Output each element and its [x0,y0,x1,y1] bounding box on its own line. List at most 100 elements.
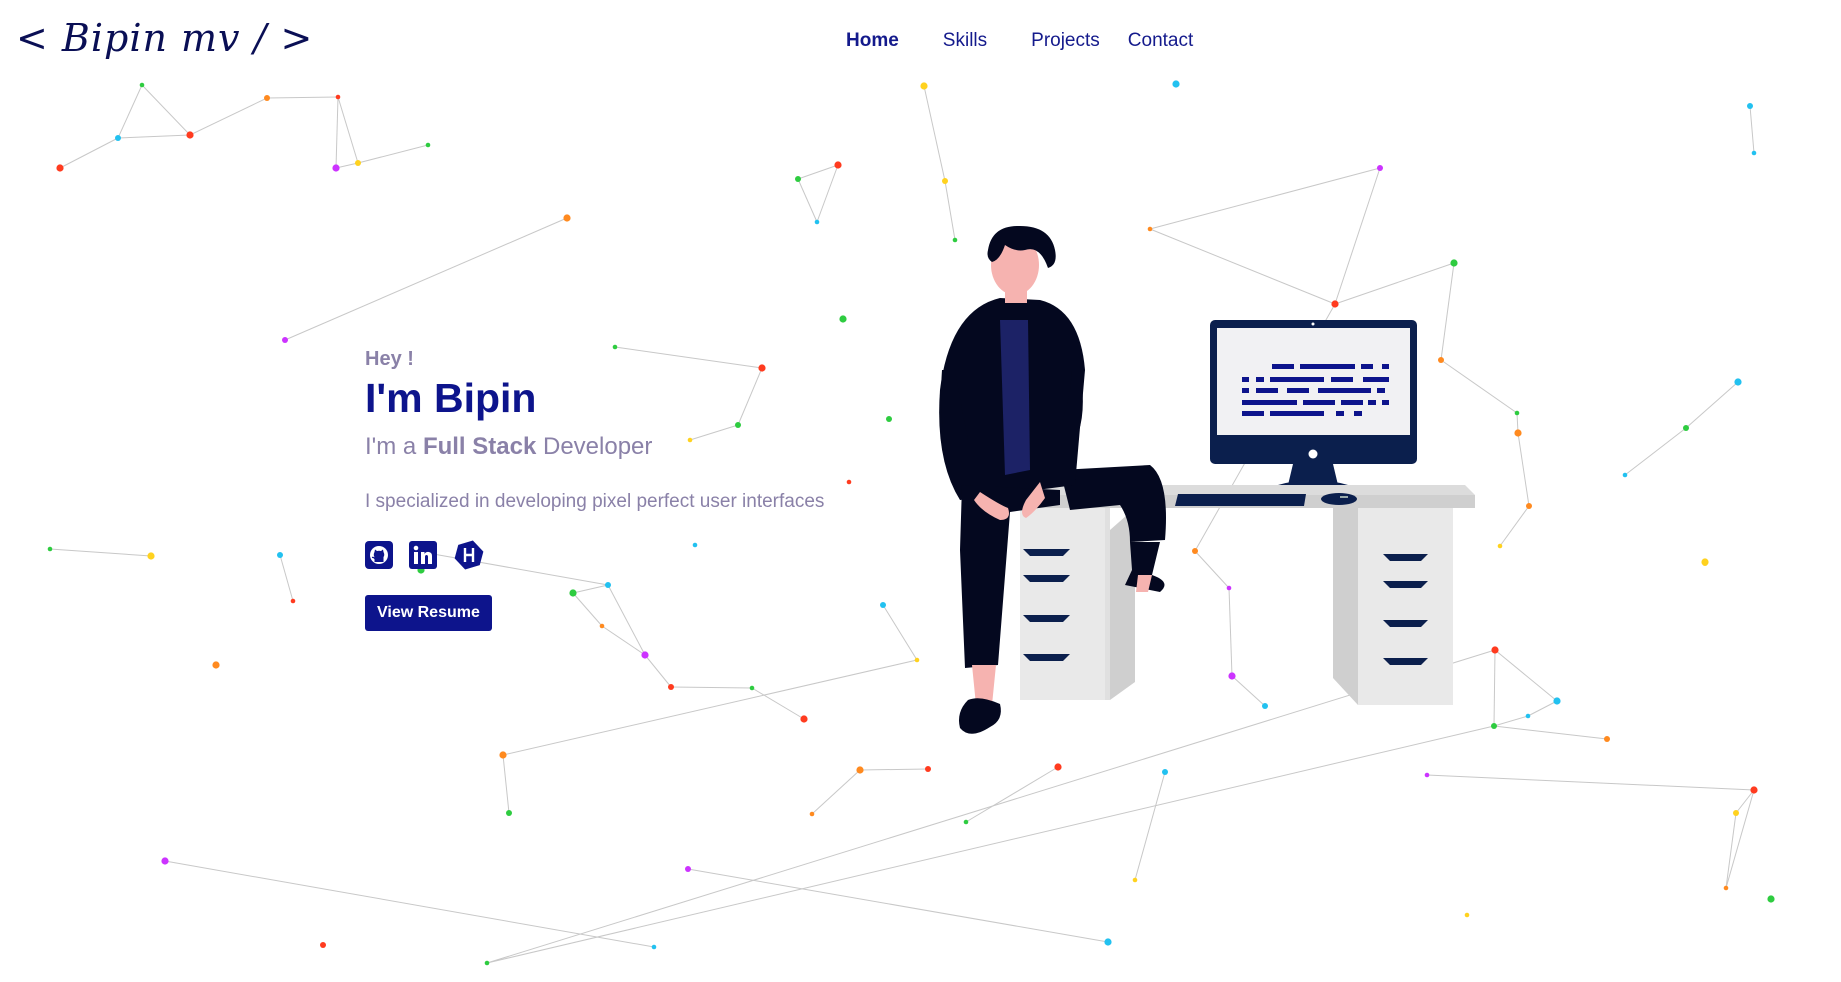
role-suffix: Developer [542,433,653,460]
particle-link [284,217,568,341]
particle-dot [1377,165,1383,171]
particle-dot [499,751,507,759]
particle-dot [115,135,121,141]
nav-home[interactable]: Home [846,30,899,52]
particle-dot [809,811,815,817]
monitor [1175,320,1417,506]
particle-dot [1553,697,1561,705]
particle-dot [1751,150,1757,156]
particle-link [266,96,339,99]
particle-dot [147,552,155,560]
particle-link [687,868,1109,943]
particle-dot [1132,877,1138,883]
particle-dot [651,944,657,950]
site-logo[interactable]: < Bipin mv / > [16,16,313,60]
particle-dot [1525,713,1531,719]
particle-link [1517,432,1530,507]
nav-skills[interactable]: Skills [943,30,987,52]
hero-greeting: Hey ! [365,348,414,370]
desk [1000,485,1475,705]
particle-dot [1723,885,1729,891]
particle-link [1624,427,1687,476]
particle-dot [212,661,220,669]
particle-link [59,137,119,169]
particle-dot [1750,786,1758,794]
particle-dot [290,598,296,604]
particle-dot [320,942,326,948]
particle-link [816,164,839,223]
particle-dot [425,142,431,148]
particle-dot [47,546,53,552]
particle-dot [1747,103,1753,109]
particle-dot [161,857,169,865]
particle-link [797,164,839,180]
hero-description: I specialized in developing pixel perfec… [365,491,825,512]
particle-link [1735,789,1755,814]
main-nav: Home Skills Projects Contact [846,30,1237,52]
hero-role: I'm a Full Stack Developer [365,433,885,461]
github-link[interactable] [365,541,393,569]
top-navbar: < Bipin mv / > Home Skills Projects Cont… [0,0,1841,80]
nav-contact[interactable]: Contact [1128,30,1193,52]
particle-dot [506,810,512,816]
particle-link [279,554,294,602]
particle-link [1749,105,1755,154]
hero-name: I'm Bipin [365,375,537,421]
particle-dot [1514,410,1520,416]
hashnode-icon [454,540,484,570]
particle-dot [839,315,847,323]
particle-link [751,687,805,720]
particle-dot [1733,810,1739,816]
particle-link [357,144,429,164]
particle-dot [1464,912,1470,918]
particle-link [1685,381,1739,429]
particle-link [1725,812,1737,889]
particle-dot [56,164,64,172]
particle-dot [282,337,288,343]
particle-link [1134,771,1166,881]
particle-dot [484,960,490,966]
particle-link [644,654,672,688]
particle-dot [186,131,194,139]
particle-dot [668,684,674,690]
particle-link [670,686,753,689]
particle-link [502,754,510,814]
particle-link [923,85,946,182]
particle-link [1493,725,1608,740]
particle-dot [1104,938,1112,946]
linkedin-icon [409,541,437,569]
particle-dot [925,766,931,772]
particle-dot [834,161,842,169]
nav-projects[interactable]: Projects [1031,30,1100,52]
particle-dot [1604,736,1610,742]
particle-dot [355,160,361,166]
particle-link [1494,649,1558,702]
particle-dot [1172,80,1180,88]
particle-dot [332,164,340,172]
particle-dot [963,819,969,825]
particle-dot [795,176,801,182]
particle-dot [1767,895,1775,903]
particle-link [486,725,1495,964]
particle-dot [1702,560,1708,566]
particle-dot [1526,503,1532,509]
view-resume-button[interactable]: View Resume [365,595,492,631]
particle-link [337,96,359,164]
particle-link [117,134,191,139]
github-icon [365,541,393,569]
particle-link [1725,789,1755,889]
particle-dot [335,94,341,100]
particle-link [797,178,818,223]
particle-dot [1683,425,1689,431]
hashnode-link[interactable] [453,540,484,570]
linkedin-link[interactable] [409,541,437,569]
particle-dot [685,866,691,872]
role-prefix: I'm a [365,433,417,460]
particle-dot [914,657,920,663]
particle-dot [749,685,755,691]
particle-dot [1734,378,1742,386]
hero-section: Hey ! I'm Bipin I'm a Full Stack Develop… [365,348,885,631]
particle-dot [563,214,571,222]
particle-dot [641,651,649,659]
particle-dot [800,715,808,723]
